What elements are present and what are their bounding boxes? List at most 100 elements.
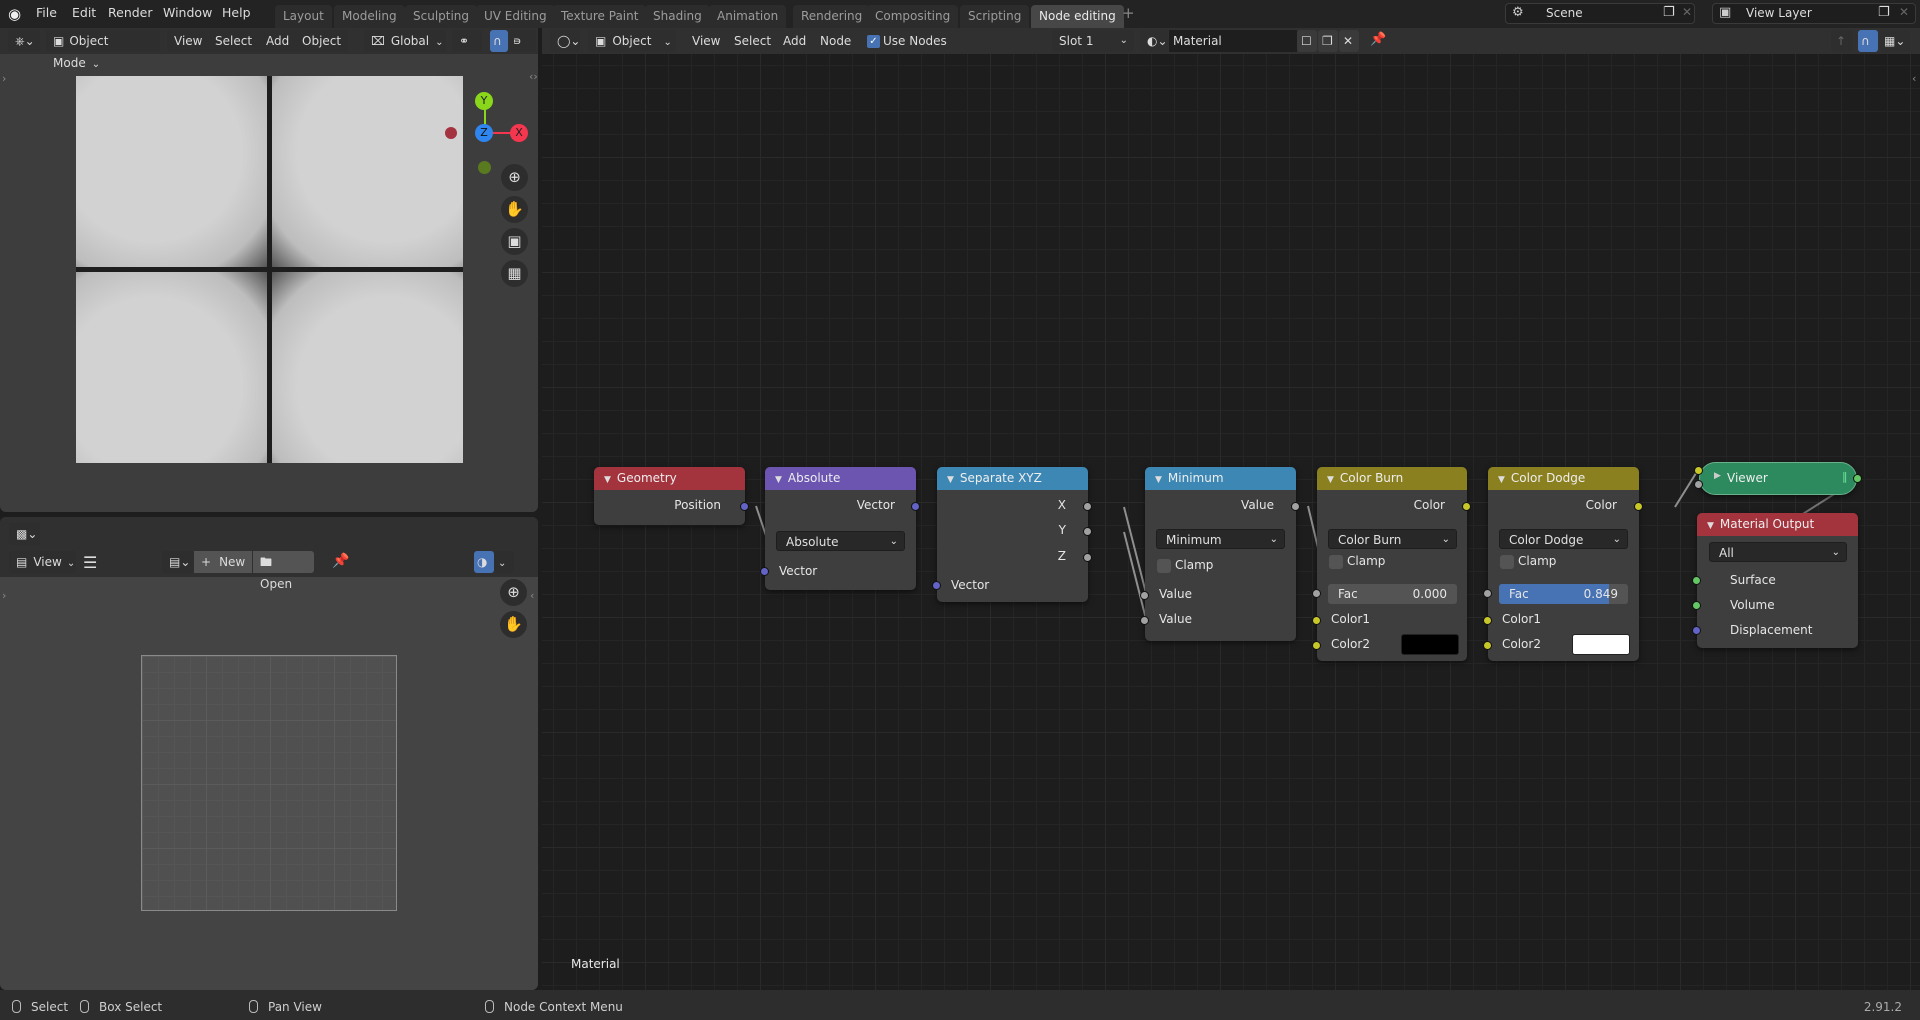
output-socket-value[interactable] bbox=[1291, 502, 1300, 511]
tab-texture-paint[interactable]: Texture Paint bbox=[553, 5, 647, 28]
duplicate-material-button[interactable]: ❐ bbox=[1318, 30, 1338, 52]
navigation-gizmo[interactable]: Y Z X bbox=[470, 86, 540, 176]
node-header[interactable]: ▼ Geometry bbox=[594, 467, 745, 490]
grid-icon[interactable]: ▦ bbox=[501, 260, 528, 287]
math-operation-dropdown[interactable]: Minimum ⌄ bbox=[1156, 529, 1285, 549]
menu-help[interactable]: Help bbox=[222, 5, 251, 20]
blender-logo-icon[interactable]: ◉ bbox=[8, 5, 26, 23]
gizmo-dropdown[interactable]: ⌄ bbox=[494, 551, 514, 573]
node-header[interactable]: ▼ Absolute bbox=[765, 467, 916, 490]
output-socket-shader[interactable] bbox=[1853, 474, 1862, 483]
tab-scripting[interactable]: Scripting bbox=[960, 5, 1030, 28]
node-color-dodge[interactable]: ▼ Color Dodge Color Color Dodge ⌄ Clamp Fa… bbox=[1483, 467, 1643, 661]
clamp-checkbox[interactable] bbox=[1157, 559, 1171, 573]
node-geometry[interactable]: ▼ Geometry Position bbox=[594, 467, 749, 525]
fac-slider[interactable]: Fac 0.849 bbox=[1499, 584, 1628, 604]
input-socket-vector[interactable] bbox=[760, 567, 769, 576]
input-socket-color1[interactable] bbox=[1483, 616, 1492, 625]
hamburger-menu-icon[interactable]: ☰ bbox=[83, 553, 97, 572]
pin-icon[interactable]: 📌 bbox=[332, 553, 349, 569]
tab-animation[interactable]: Animation bbox=[709, 5, 787, 28]
viewport-menu-add[interactable]: Add bbox=[259, 30, 297, 52]
editor-type-button[interactable]: ◯⌄ bbox=[550, 30, 580, 52]
node-header[interactable]: ▼ Material Output bbox=[1697, 513, 1858, 536]
menu-file[interactable]: File bbox=[36, 5, 57, 20]
collapse-icon[interactable]: ▼ bbox=[947, 475, 954, 485]
tab-uv-editing[interactable]: UV Editing bbox=[476, 5, 555, 28]
delete-view-layer-icon[interactable]: ✕ bbox=[1899, 5, 1909, 19]
viewport-menu-object[interactable]: Object bbox=[295, 30, 349, 52]
node-absolute[interactable]: ▼ Absolute Vector Absolute ⌄ Vector bbox=[760, 467, 920, 590]
node-color-burn[interactable]: ▼ Color Burn Color Color Burn ⌄ Clamp Fac … bbox=[1312, 467, 1471, 661]
z-axis-handle[interactable]: Z bbox=[475, 124, 493, 142]
input-socket-color2[interactable] bbox=[1483, 641, 1492, 650]
use-nodes-checkbox[interactable]: ✓ bbox=[867, 35, 880, 48]
node-menu-node[interactable]: Node bbox=[820, 30, 851, 52]
editor-type-button[interactable]: ▩⌄ bbox=[9, 523, 40, 545]
tab-modeling[interactable]: Modeling bbox=[334, 5, 405, 28]
zoom-icon[interactable]: ⊕ bbox=[500, 579, 527, 606]
snap-element-dropdown[interactable]: ▦⌄ bbox=[1880, 30, 1910, 52]
node-header[interactable]: ▼ Separate XYZ bbox=[937, 467, 1088, 490]
tab-shading[interactable]: Shading bbox=[645, 5, 710, 28]
open-image-button[interactable]: 🖿 Open bbox=[253, 551, 314, 591]
output-socket-vector[interactable] bbox=[911, 502, 920, 511]
toolbar-expand-icon[interactable]: › bbox=[2, 72, 6, 85]
node-separate-xyz[interactable]: ▼ Separate XYZ X Y Z Vector bbox=[932, 467, 1092, 602]
neg-y-axis-handle[interactable] bbox=[478, 161, 491, 174]
parent-tree-button[interactable]: ↑ bbox=[1831, 30, 1853, 52]
snap-toggle[interactable]: ∩ bbox=[1858, 30, 1878, 52]
material-name-field[interactable]: Material bbox=[1169, 30, 1297, 52]
slot-dropdown[interactable]: Slot 1 ⌄ bbox=[1052, 30, 1134, 52]
new-scene-icon[interactable]: ❐ bbox=[1663, 5, 1679, 20]
material-browse-button[interactable]: ◐⌄ bbox=[1140, 30, 1168, 52]
blend-type-dropdown[interactable]: Color Dodge ⌄ bbox=[1499, 529, 1628, 549]
input-socket-color2[interactable] bbox=[1312, 641, 1321, 650]
menu-render[interactable]: Render bbox=[108, 5, 153, 20]
output-socket-color[interactable] bbox=[1462, 502, 1471, 511]
output-socket-y[interactable] bbox=[1083, 527, 1092, 536]
menu-edit[interactable]: Edit bbox=[72, 5, 96, 20]
clamp-checkbox[interactable] bbox=[1329, 555, 1343, 569]
node-menu-add[interactable]: Add bbox=[783, 30, 806, 52]
y-axis-handle[interactable]: Y bbox=[475, 92, 493, 110]
view-layer-selector[interactable]: ▣ View Layer ❐ ✕ bbox=[1712, 3, 1916, 24]
node-viewer[interactable]: ▶ Viewer ‖ bbox=[1694, 462, 1862, 495]
tab-rendering[interactable]: Rendering bbox=[793, 5, 871, 28]
blend-type-dropdown[interactable]: Color Burn ⌄ bbox=[1328, 529, 1457, 549]
fac-slider[interactable]: Fac 0.000 bbox=[1328, 584, 1457, 604]
tab-compositing[interactable]: Compositing bbox=[867, 5, 959, 28]
color2-swatch[interactable] bbox=[1572, 634, 1630, 655]
fake-user-button[interactable]: ☐ bbox=[1297, 30, 1317, 52]
pan-hand-icon[interactable]: ✋ bbox=[501, 196, 528, 223]
menu-window[interactable]: Window bbox=[163, 5, 212, 20]
mode-dropdown[interactable]: ▣ Object Mode ⌄ bbox=[46, 30, 160, 70]
clamp-checkbox[interactable] bbox=[1500, 555, 1514, 569]
pan-hand-icon[interactable]: ✋ bbox=[500, 611, 527, 638]
unlink-material-button[interactable]: ✕ bbox=[1339, 30, 1359, 52]
new-view-layer-icon[interactable]: ❐ bbox=[1878, 5, 1890, 20]
transform-orientation-dropdown[interactable]: ⌧ Global ⌄ bbox=[364, 30, 446, 52]
input-socket-vector[interactable] bbox=[932, 581, 941, 590]
collapse-icon[interactable]: ▼ bbox=[604, 475, 611, 485]
node-header[interactable]: ▼ Color Burn bbox=[1317, 467, 1467, 490]
zoom-icon[interactable]: ⊕ bbox=[501, 164, 528, 191]
toolbar-expand-icon[interactable]: › bbox=[2, 589, 6, 602]
editor-type-button[interactable]: ⎈⌄ bbox=[8, 30, 40, 52]
pin-icon[interactable]: 📌 bbox=[1370, 32, 1386, 47]
delete-scene-icon[interactable]: ✕ bbox=[1682, 5, 1692, 19]
output-socket-color[interactable] bbox=[1634, 502, 1643, 511]
sidebar-expand-icon[interactable]: ‹› bbox=[529, 70, 538, 83]
input-socket-fac[interactable] bbox=[1312, 589, 1321, 598]
x-axis-handle[interactable]: X bbox=[510, 124, 528, 142]
node-menu-select[interactable]: Select bbox=[734, 30, 771, 52]
input-socket-volume[interactable] bbox=[1692, 601, 1701, 610]
collapse-icon[interactable]: ▼ bbox=[775, 475, 782, 485]
tab-node-editing[interactable]: Node editing bbox=[1031, 5, 1124, 28]
camera-icon[interactable]: ▣ bbox=[501, 228, 528, 255]
output-socket-position[interactable] bbox=[740, 502, 749, 511]
input-socket-color[interactable] bbox=[1694, 466, 1703, 475]
input-socket-displacement[interactable] bbox=[1692, 626, 1701, 635]
sidebar-expand-icon[interactable]: ‹ bbox=[1912, 72, 1916, 85]
viewport-menu-view[interactable]: View bbox=[167, 30, 210, 52]
